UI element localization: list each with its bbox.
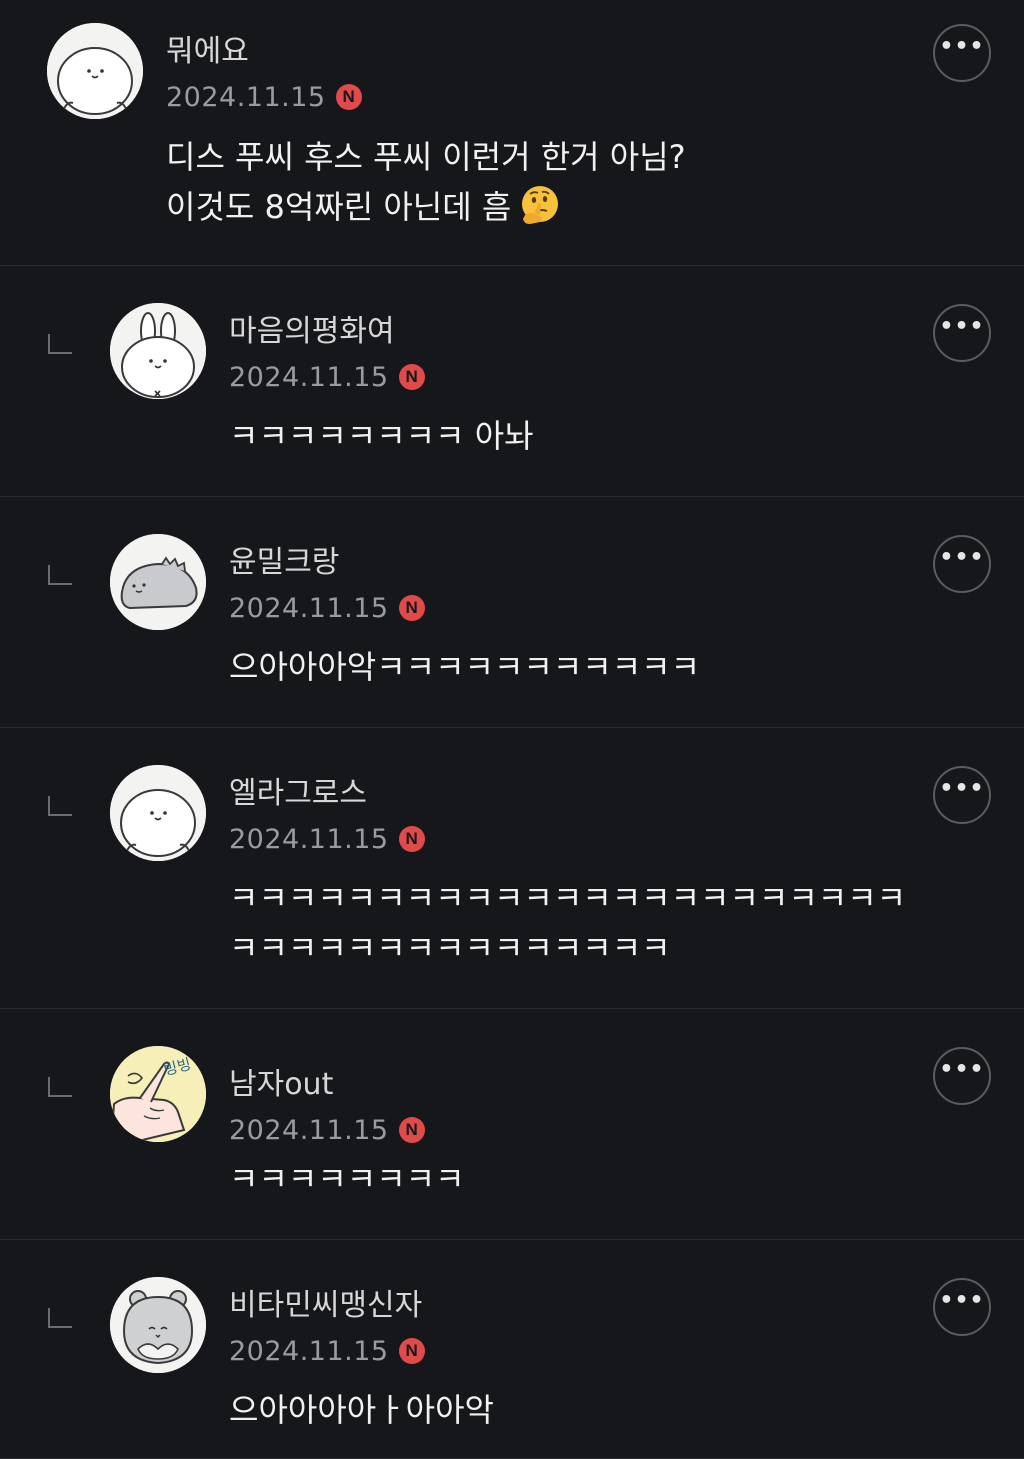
- avatar[interactable]: [110, 534, 206, 630]
- avatar[interactable]: 빙빙: [110, 1046, 206, 1142]
- comment-text: ㅋㅋㅋㅋㅋㅋㅋㅋ 아놔: [229, 411, 984, 461]
- comment-nickname[interactable]: 남자out: [229, 1067, 333, 1103]
- hedgehog-avatar-icon: [110, 534, 206, 630]
- comment-date: 2024.11.15: [229, 1114, 389, 1146]
- more-options-button[interactable]: •••: [933, 1278, 991, 1336]
- new-badge: N: [398, 364, 425, 390]
- smiling-blob-avatar-icon: [110, 765, 206, 861]
- comment-date: 2024.11.15: [229, 361, 389, 393]
- comment-meta: 2024.11.15 N: [229, 1333, 425, 1369]
- more-horizontal-icon: •••: [939, 545, 985, 570]
- more-options-button[interactable]: •••: [933, 1047, 991, 1105]
- hamster-avatar-icon: [110, 1277, 206, 1373]
- comment-text: 으아아아악ㅋㅋㅋㅋㅋㅋㅋㅋㅋㅋㅋ: [229, 642, 984, 692]
- comment-text: 으아아아아ㅏ아아악: [229, 1385, 984, 1435]
- new-badge: N: [398, 595, 425, 621]
- comment-item: 윤밀크랑 2024.11.15 N 으아아아악ㅋㅋㅋㅋㅋㅋㅋㅋㅋㅋㅋ •••: [0, 497, 1024, 728]
- avatar[interactable]: [110, 303, 206, 399]
- avatar[interactable]: [110, 1277, 206, 1373]
- comment-nickname[interactable]: 엘라그로스: [229, 776, 367, 812]
- reply-indicator-icon: [48, 796, 72, 816]
- comment-meta: 2024.11.15 N: [229, 821, 425, 857]
- comment-line: ㅋㅋㅋㅋㅋㅋㅋㅋ 아놔: [229, 417, 534, 455]
- reply-indicator-icon: [48, 334, 72, 354]
- comment-date: 2024.11.15: [229, 592, 389, 624]
- finger-twirl-avatar-icon: 빙빙: [110, 1046, 206, 1142]
- comment-line: ㅋㅋㅋㅋㅋㅋㅋㅋ: [229, 1160, 465, 1198]
- comment-date: 2024.11.15: [229, 1335, 389, 1367]
- more-options-button[interactable]: •••: [933, 24, 991, 82]
- comment-line: 디스 푸씨 후스 푸씨 이런거 한거 아님?: [166, 138, 686, 176]
- comment-text: 디스 푸씨 후스 푸씨 이런거 한거 아님? 이것도 8억짜린 아닌데 흠: [166, 132, 984, 232]
- avatar[interactable]: [47, 23, 143, 119]
- comment-date: 2024.11.15: [166, 81, 326, 113]
- more-options-button[interactable]: •••: [933, 535, 991, 593]
- comment-nickname[interactable]: 비타민씨맹신자: [229, 1288, 422, 1324]
- comment-line: ㅋㅋㅋㅋㅋㅋㅋㅋㅋㅋㅋㅋㅋㅋㅋㅋㅋㅋㅋㅋㅋㅋㅋ: [229, 879, 907, 917]
- comment-line: ㅋㅋㅋㅋㅋㅋㅋㅋㅋㅋㅋㅋㅋㅋㅋ: [229, 929, 671, 967]
- reply-indicator-icon: [48, 1077, 72, 1097]
- new-badge: N: [398, 1338, 425, 1364]
- more-horizontal-icon: •••: [939, 34, 985, 59]
- comment-item: 뭐에요 2024.11.15 N 디스 푸씨 후스 푸씨 이런거 한거 아님? …: [0, 0, 1024, 266]
- comment-text: ㅋㅋㅋㅋㅋㅋㅋㅋ: [229, 1154, 984, 1204]
- new-badge: N: [398, 826, 425, 852]
- new-badge: N: [398, 1117, 425, 1143]
- comment-line-with-emoji: 이것도 8억짜린 아닌데 흠: [166, 182, 984, 232]
- comment-text: ㅋㅋㅋㅋㅋㅋㅋㅋㅋㅋㅋㅋㅋㅋㅋㅋㅋㅋㅋㅋㅋㅋㅋ ㅋㅋㅋㅋㅋㅋㅋㅋㅋㅋㅋㅋㅋㅋㅋ: [229, 873, 984, 973]
- more-horizontal-icon: •••: [939, 1288, 985, 1313]
- comment-item: 빙빙 남자out 2024.11.15 N ㅋㅋㅋㅋㅋㅋㅋㅋ •••: [0, 1009, 1024, 1240]
- comment-item: 마음의평화여 2024.11.15 N ㅋㅋㅋㅋㅋㅋㅋㅋ 아놔 •••: [0, 266, 1024, 497]
- more-horizontal-icon: •••: [939, 776, 985, 801]
- comment-nickname[interactable]: 뭐에요: [166, 34, 249, 70]
- comment-line: 으아아아아ㅏ아아악: [229, 1391, 494, 1429]
- reply-indicator-icon: [48, 565, 72, 585]
- new-badge: N: [335, 84, 362, 110]
- comment-line: 이것도 8억짜린 아닌데 흠: [166, 188, 512, 226]
- avatar[interactable]: [110, 765, 206, 861]
- bunny-avatar-icon: [110, 303, 206, 399]
- comment-meta: 2024.11.15 N: [229, 590, 425, 626]
- reply-indicator-icon: [48, 1308, 72, 1328]
- more-horizontal-icon: •••: [939, 314, 985, 339]
- comment-meta: 2024.11.15 N: [229, 1112, 425, 1148]
- more-horizontal-icon: •••: [939, 1057, 985, 1082]
- comment-item: 비타민씨맹신자 2024.11.15 N 으아아아아ㅏ아아악 •••: [0, 1240, 1024, 1459]
- comment-nickname[interactable]: 윤밀크랑: [229, 545, 339, 581]
- smiling-blob-avatar-icon: [47, 23, 143, 119]
- comment-date: 2024.11.15: [229, 823, 389, 855]
- more-options-button[interactable]: •••: [933, 304, 991, 362]
- thinking-face-icon: [522, 186, 559, 224]
- comment-item: 엘라그로스 2024.11.15 N ㅋㅋㅋㅋㅋㅋㅋㅋㅋㅋㅋㅋㅋㅋㅋㅋㅋㅋㅋㅋㅋ…: [0, 728, 1024, 1009]
- more-options-button[interactable]: •••: [933, 766, 991, 824]
- comment-nickname[interactable]: 마음의평화여: [229, 314, 395, 350]
- comment-meta: 2024.11.15 N: [229, 359, 425, 395]
- comment-meta: 2024.11.15 N: [166, 79, 362, 115]
- comment-line: 으아아아악ㅋㅋㅋㅋㅋㅋㅋㅋㅋㅋㅋ: [229, 648, 701, 686]
